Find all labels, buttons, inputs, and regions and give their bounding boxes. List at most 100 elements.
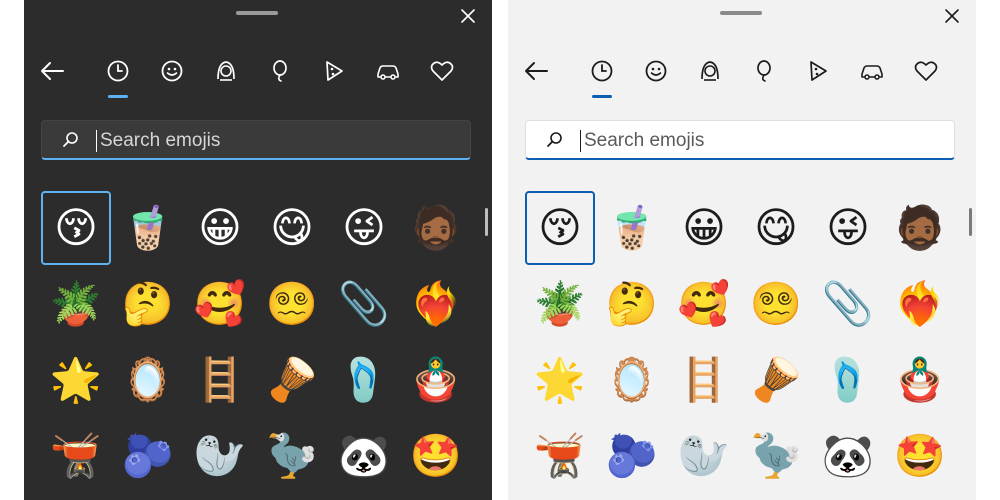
tab-travel[interactable] (372, 55, 404, 87)
emoji-cell[interactable]: 🪞 (113, 343, 183, 417)
close-icon (945, 9, 959, 23)
tab-symbols[interactable] (910, 55, 942, 87)
person-icon (217, 61, 235, 81)
balloon-icon (273, 60, 287, 82)
emoji-cell[interactable]: 🩴 (813, 343, 883, 417)
close-button[interactable] (940, 4, 964, 28)
emoji-cell[interactable]: 🧔🏾 (401, 191, 471, 265)
scrollbar-thumb[interactable] (485, 208, 488, 236)
tab-recent[interactable] (102, 55, 134, 87)
car-icon (861, 65, 883, 80)
emoji-cell-selected[interactable]: 😚 (525, 191, 595, 265)
tab-symbols[interactable] (426, 55, 458, 87)
emoji-cell[interactable]: 🪴 (41, 267, 111, 341)
back-arrow-icon (41, 62, 64, 80)
emoji-cell[interactable]: 🪆 (401, 343, 471, 417)
tab-smileys[interactable] (640, 55, 672, 87)
emoji-cell[interactable]: 🫕 (525, 419, 595, 493)
tab-smileys[interactable] (156, 55, 188, 87)
active-tab-indicator (592, 95, 612, 98)
emoji-cell[interactable]: 🫕 (41, 419, 111, 493)
search-box (41, 120, 471, 160)
category-nav (520, 55, 960, 101)
drag-handle[interactable] (236, 11, 278, 15)
tab-food[interactable] (802, 55, 834, 87)
heart-icon (430, 61, 454, 81)
car-icon (377, 65, 399, 80)
emoji-cell[interactable]: 🪆 (885, 343, 955, 417)
emoji-cell[interactable]: 🥰 (185, 267, 255, 341)
emoji-cell[interactable]: 🦤 (257, 419, 327, 493)
balloon-icon (757, 60, 771, 82)
search-input[interactable] (98, 127, 462, 155)
text-caret (580, 130, 581, 152)
emoji-cell[interactable]: 😀 (669, 191, 739, 265)
emoji-cell[interactable]: 😋 (257, 191, 327, 265)
emoji-cell[interactable]: 🧔🏾 (885, 191, 955, 265)
recent-clock-icon (591, 60, 613, 82)
tab-travel[interactable] (856, 55, 888, 87)
emoji-cell[interactable]: 🤔 (113, 267, 183, 341)
tab-food[interactable] (318, 55, 350, 87)
scrollbar-thumb[interactable] (969, 208, 972, 236)
drag-handle[interactable] (720, 11, 762, 15)
search-icon (62, 131, 80, 149)
close-button[interactable] (456, 4, 480, 28)
tab-celebration[interactable] (264, 55, 296, 87)
emoji-panel-light: 😚🧋😀😋😜🧔🏾 🪴🤔🥰😵‍💫📎❤️‍🔥 🌟🪞🪜🪘🩴🪆 🫕🫐🦭🦤🐼🤩 (508, 0, 976, 500)
emoji-cell[interactable]: 🤩 (401, 419, 471, 493)
emoji-cell[interactable]: 🧋 (113, 191, 183, 265)
emoji-cell[interactable]: 🪴 (525, 267, 595, 341)
emoji-cell[interactable]: 🪜 (669, 343, 739, 417)
tab-celebration[interactable] (748, 55, 780, 87)
emoji-cell[interactable]: 🌟 (525, 343, 595, 417)
emoji-cell[interactable]: 😜 (329, 191, 399, 265)
back-button[interactable] (36, 55, 68, 87)
pizza-icon (810, 61, 827, 81)
emoji-cell[interactable]: 🦤 (741, 419, 811, 493)
emoji-cell[interactable]: 🐼 (329, 419, 399, 493)
emoji-cell[interactable]: 🧋 (597, 191, 667, 265)
pizza-icon (326, 61, 343, 81)
emoji-cell[interactable]: 🫐 (113, 419, 183, 493)
search-input[interactable] (582, 127, 946, 155)
heart-icon (914, 61, 938, 81)
person-icon (701, 61, 719, 81)
close-icon (461, 9, 475, 23)
tab-recent[interactable] (586, 55, 618, 87)
emoji-panel-dark: 😚🧋😀😋😜🧔🏾 🪴🤔🥰😵‍💫📎❤️‍🔥 🌟🪞🪜🪘🩴🪆 🫕🫐🦭🦤🐼🤩 (24, 0, 492, 500)
emoji-cell[interactable]: 😀 (185, 191, 255, 265)
emoji-cell[interactable]: 🤔 (597, 267, 667, 341)
emoji-grid: 😚 🧋 😀 😋 😜 🧔🏾 🪴 🤔 🥰 😵‍💫 📎 ❤️‍🔥 🌟 🪞 🪜 🪘 🩴 🪆 🫕 🫐 🦭 🦤 🐼 🤩 (41, 191, 473, 495)
emoji-cell[interactable]: 🪞 (597, 343, 667, 417)
tab-people[interactable] (210, 55, 242, 87)
search-box (525, 120, 955, 160)
emoji-cell[interactable]: 🪘 (741, 343, 811, 417)
active-tab-indicator (108, 95, 128, 98)
emoji-cell[interactable]: ❤️‍🔥 (885, 267, 955, 341)
back-button[interactable] (520, 55, 552, 87)
emoji-cell[interactable]: 📎 (813, 267, 883, 341)
emoji-cell[interactable]: 🌟 (41, 343, 111, 417)
emoji-cell[interactable]: 🪘 (257, 343, 327, 417)
emoji-cell[interactable]: 🦭 (669, 419, 739, 493)
emoji-cell[interactable]: 🐼 (813, 419, 883, 493)
smiley-icon (645, 60, 667, 82)
tab-people[interactable] (694, 55, 726, 87)
emoji-cell[interactable]: 🫐 (597, 419, 667, 493)
emoji-cell[interactable]: 😋 (741, 191, 811, 265)
emoji-cell[interactable]: 🦭 (185, 419, 255, 493)
emoji-cell[interactable]: 🤩 (885, 419, 955, 493)
emoji-cell[interactable]: 🩴 (329, 343, 399, 417)
emoji-cell[interactable]: 📎 (329, 267, 399, 341)
emoji-cell[interactable]: 😵‍💫 (741, 267, 811, 341)
emoji-grid: 😚 🧋 😀 😋 😜 🧔🏾 🪴 🤔 🥰 😵‍💫 📎 ❤️‍🔥 🌟 🪞 🪜 🪘 🩴 🪆 🫕 🫐 🦭 🦤 🐼 🤩 (525, 191, 957, 495)
emoji-cell[interactable]: 🥰 (669, 267, 739, 341)
emoji-cell[interactable]: 😜 (813, 191, 883, 265)
emoji-cell-selected[interactable]: 😚 (41, 191, 111, 265)
smiley-icon (161, 60, 183, 82)
emoji-cell[interactable]: 🪜 (185, 343, 255, 417)
emoji-cell[interactable]: 😵‍💫 (257, 267, 327, 341)
text-caret (96, 130, 97, 152)
emoji-cell[interactable]: ❤️‍🔥 (401, 267, 471, 341)
